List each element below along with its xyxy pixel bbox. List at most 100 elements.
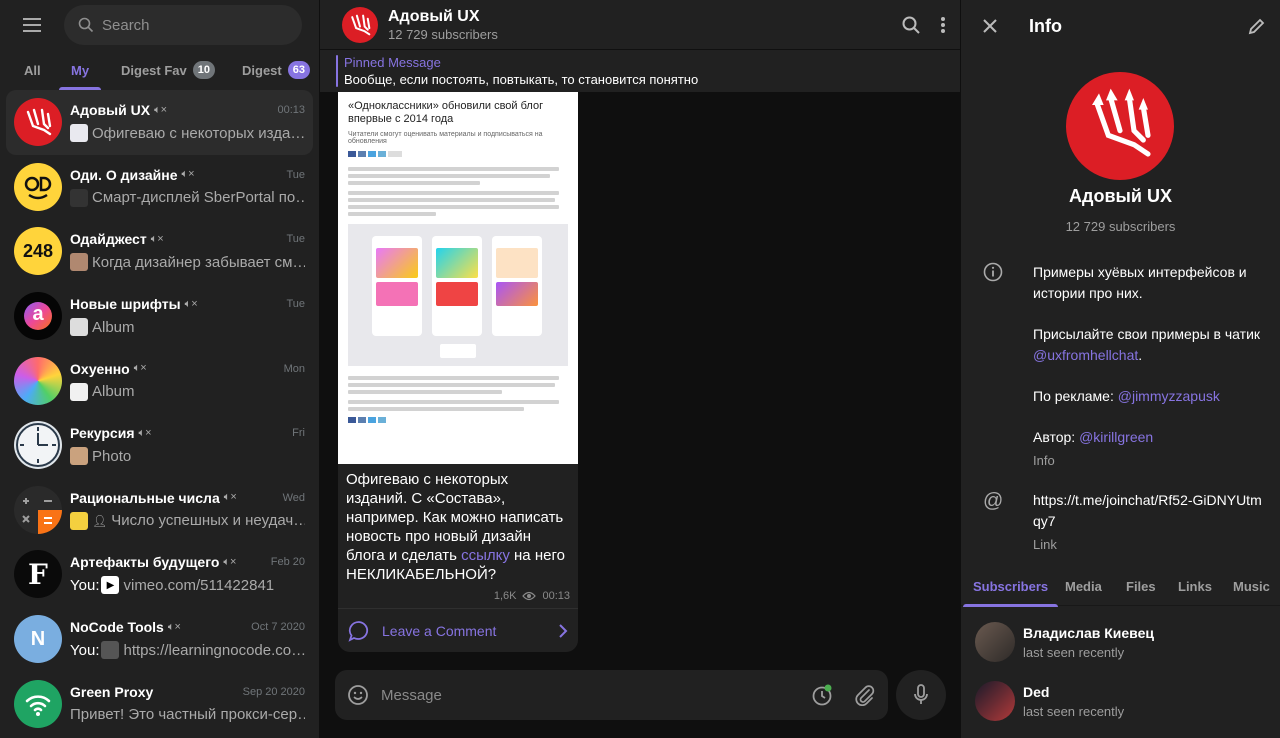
folder-tab-all[interactable]: All	[24, 50, 41, 90]
subscriber-item[interactable]: Владислав Киевец last seen recently	[975, 622, 1154, 662]
subscriber-status: last seen recently	[1023, 703, 1125, 719]
od-logo	[14, 162, 62, 211]
chat-item[interactable]: Рациональные числа 🔈︎× Wed 👤︎ Число успешны…	[6, 478, 313, 543]
calculator-icon	[14, 485, 62, 534]
voice-message-button[interactable]	[896, 670, 946, 720]
chat-last-message: Album	[92, 318, 135, 336]
description-text: Присылайте свои примеры в чатик @uxfromh…	[1033, 326, 1261, 363]
tab-files[interactable]: Files	[1126, 568, 1156, 606]
chat-item[interactable]: Охуенно 🔈︎× Mon Album	[6, 348, 313, 413]
info-title: Info	[1029, 15, 1062, 36]
chat-item[interactable]: Оди. О дизайне 🔈︎× Tue Смарт-дисплей SberP…	[6, 155, 313, 220]
chat-last-message: Когда дизайнер забывает см…	[92, 253, 305, 271]
chat-time: Tue	[286, 168, 305, 181]
chat-last-message: https://learningnocode.co…	[123, 641, 305, 659]
screenshot-headline: «Одноклассники» обновили свой блог вперв…	[348, 100, 544, 125]
message-thumbnail	[70, 188, 88, 207]
tab-links[interactable]: Links	[1178, 568, 1212, 606]
subscriber-status: last seen recently	[1023, 644, 1125, 660]
chat-name: Рациональные числа	[70, 489, 220, 506]
chat-item[interactable]: N NoCode Tools 🔈︎× Oct 7 2020 You: https://…	[6, 607, 313, 672]
chat-item[interactable]: 248 Одайджест 🔈︎× Tue Когда дизайнер забыв…	[6, 219, 313, 284]
trident-icon	[1092, 88, 1151, 157]
attach-icon[interactable]	[854, 684, 876, 706]
message-thumbnail	[70, 124, 88, 143]
subscriber-item[interactable]: Ded last seen recently	[975, 681, 1124, 721]
at-icon: @	[983, 490, 1004, 512]
subscriber-name: Владислав Киевец	[1023, 624, 1154, 641]
ads-mention-link[interactable]: @jimmyzzapusk	[1118, 388, 1220, 404]
post-link[interactable]: ссылку	[461, 547, 510, 564]
wifi-icon	[14, 679, 62, 728]
invite-link-row[interactable]: @ https://t.me/joinchat/Rf52-GiDNYUtmqy7…	[961, 490, 1280, 555]
tab-subscribers[interactable]: Subscribers	[962, 568, 1059, 607]
muted-icon: 🔈︎×	[154, 103, 168, 116]
chat-time: Wed	[282, 491, 305, 504]
post-text: Офигеваю с некоторых изданий. С «Состава…	[346, 471, 565, 583]
chat-name: Адовый UX	[70, 102, 151, 119]
chat-mention-link[interactable]: @uxfromhellchat	[1033, 347, 1138, 363]
eye-icon	[522, 591, 537, 601]
user-icon: 👤︎	[92, 513, 108, 528]
search-icon	[78, 17, 94, 33]
search-placeholder: Search	[102, 16, 150, 34]
chat-item[interactable]: Адовый UX 🔈︎× 00:13 Офигеваю с некоторых и…	[6, 90, 313, 155]
trident-icon	[351, 14, 371, 35]
search-input[interactable]: Search	[64, 5, 302, 45]
message-input[interactable]: Message	[381, 687, 810, 704]
folder-tab-digest-fav[interactable]: Digest Fav 10	[121, 50, 215, 90]
description-text: Примеры хуёвых интерфейсов и истории про…	[1033, 264, 1247, 301]
chat-item[interactable]: Рекурсия 🔈︎× Fri Photo	[6, 413, 313, 478]
chat-time: Fri	[292, 427, 305, 440]
chat-name: Оди. О дизайне	[70, 166, 178, 183]
message-thumbnail	[101, 641, 120, 660]
author-mention-link[interactable]: @kirillgreen	[1079, 429, 1153, 445]
folder-tab-digest[interactable]: Digest 63	[242, 50, 310, 90]
channel-avatar-large	[1066, 72, 1174, 180]
folder-tabs: All My Digest Fav 10 Digest 63	[0, 50, 319, 90]
chat-time: Sep 20 2020	[242, 685, 305, 698]
message-thumbnail	[70, 382, 88, 401]
unread-badge: 10	[192, 61, 215, 79]
chat-item[interactable]: a Новые шрифты 🔈︎× Tue Album	[6, 284, 313, 349]
chat-item[interactable]: Green Proxy Sep 20 2020 Привет! Это частн…	[6, 671, 313, 736]
chat-time: 00:13	[277, 104, 305, 117]
message-thumbnail	[70, 318, 88, 337]
invite-link[interactable]: https://t.me/joinchat/Rf52-GiDNYUtmqy7	[1033, 490, 1269, 532]
folder-tab-my[interactable]: My	[58, 50, 102, 90]
close-icon[interactable]	[983, 19, 997, 33]
chat-time: Mon	[283, 362, 305, 375]
chat-last-message: Число успешных и неудач…	[111, 512, 305, 530]
muted-icon: 🔈︎×	[223, 555, 237, 568]
channel-avatar	[342, 6, 378, 43]
screenshot-illustration	[348, 224, 568, 366]
author-line: Автор: @kirillgreen	[1033, 429, 1154, 445]
chat-last-message: Офигеваю с некоторых изда…	[92, 124, 305, 142]
tab-music[interactable]: Music	[1233, 568, 1270, 606]
channel-post[interactable]: «Одноклассники» обновили свой блог вперв…	[338, 92, 578, 652]
chat-last-message: Album	[92, 383, 135, 401]
message-composer: Message	[335, 670, 888, 720]
emoji-icon[interactable]	[347, 684, 369, 706]
more-icon[interactable]	[940, 16, 946, 34]
pinned-message[interactable]: Pinned Message Вообще, если постоять, по…	[320, 50, 960, 92]
comment-label: Leave a Comment	[382, 622, 497, 639]
bot-commands-icon[interactable]	[810, 683, 834, 707]
muted-icon: 🔈︎×	[223, 491, 237, 504]
trident-icon	[14, 98, 62, 147]
avatar	[975, 622, 1015, 662]
muted-icon: 🔈︎×	[133, 362, 147, 375]
chat-name: Green Proxy	[70, 683, 154, 700]
search-icon[interactable]	[902, 16, 920, 34]
chat-name: Одайджест	[70, 231, 147, 248]
muted-icon: 🔈︎×	[167, 620, 181, 633]
tab-media[interactable]: Media	[1065, 568, 1102, 606]
chat-time: Oct 7 2020	[251, 621, 305, 634]
chat-header[interactable]: Адовый UX 12 729 subscribers	[320, 0, 960, 50]
leave-comment-button[interactable]: Leave a Comment	[338, 608, 578, 652]
edit-icon[interactable]	[1248, 17, 1266, 35]
channel-subscribers: 12 729 subscribers	[1065, 219, 1176, 234]
chat-item[interactable]: F Артефакты будущего 🔈︎× Feb 20 You: ▶ vimeo…	[6, 542, 313, 607]
muted-icon: 🔈︎×	[184, 297, 198, 310]
menu-button[interactable]	[12, 5, 52, 45]
